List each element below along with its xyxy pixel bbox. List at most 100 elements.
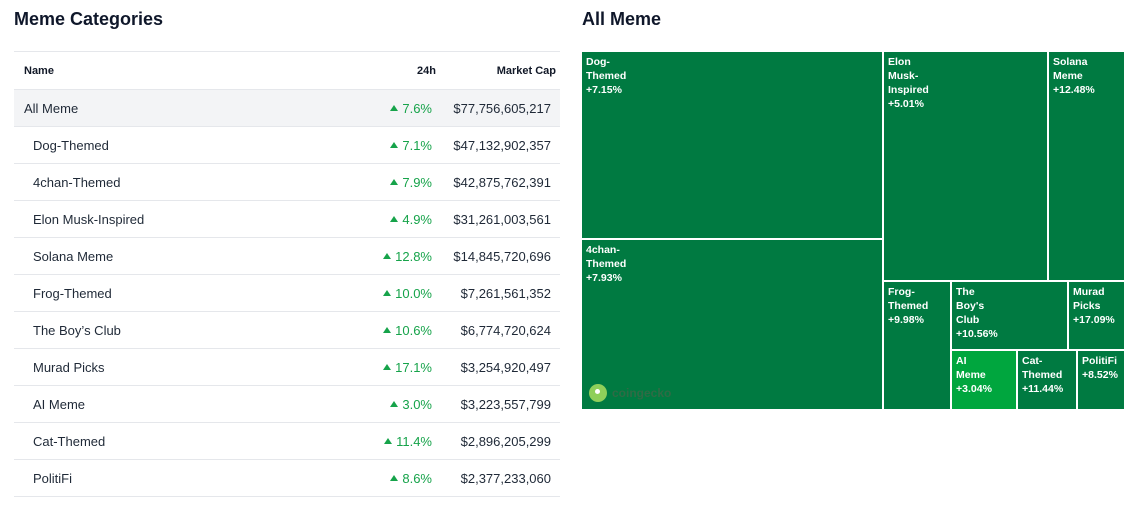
caret-up-icon (383, 326, 392, 333)
change-24h: 17.1% (342, 360, 432, 375)
market-cap: $42,875,762,391 (453, 174, 551, 190)
category-name[interactable]: The Boy’s Club (14, 323, 342, 338)
market-cap: $31,261,003,561 (453, 211, 551, 227)
tile-change: +5.01% (888, 98, 924, 110)
category-name[interactable]: PolitiFi (14, 471, 342, 486)
table-row[interactable]: Solana Meme 12.8% $14,845,720,696 (14, 238, 560, 275)
tile-change: +7.93% (586, 272, 622, 284)
market-cap: $2,896,205,299 (460, 433, 551, 449)
category-name[interactable]: Murad Picks (14, 360, 342, 375)
tile-change: +17.09% (1073, 314, 1115, 326)
treemap-tile[interactable]: Cat- Themed +11.44% (1017, 350, 1077, 410)
tile-change: +9.98% (888, 314, 924, 326)
tile-name: Murad Picks (1073, 286, 1105, 312)
tile-change: +8.52% (1082, 369, 1118, 381)
caret-up-icon (383, 252, 392, 259)
tile-change: +3.04% (956, 383, 992, 395)
categories-table: Name 24h Market Cap All Meme 7.6% $77,756,… (14, 51, 560, 497)
treemap-tile[interactable]: The Boy's Club +10.56% (951, 281, 1068, 350)
market-cap: $3,254,920,497 (460, 359, 551, 375)
table-row[interactable]: AI Meme 3.0% $3,223,557,799 (14, 386, 560, 423)
treemap-tile[interactable]: Murad Picks +17.09% (1068, 281, 1125, 350)
change-value: 4.9% (402, 211, 432, 227)
change-value: 7.1% (402, 137, 432, 153)
market-cap: $2,377,233,060 (460, 470, 551, 486)
coingecko-watermark: coingecko (589, 384, 671, 402)
table-row[interactable]: The Boy’s Club 10.6% $6,774,720,624 (14, 312, 560, 349)
tile-name: Elon Musk- Inspired (888, 56, 929, 96)
change-value: 10.0% (395, 285, 432, 301)
change-24h: 7.1% (342, 138, 432, 153)
column-market-cap-header[interactable]: Market Cap (436, 65, 560, 77)
tile-change: +10.56% (956, 328, 998, 340)
table-row[interactable]: Murad Picks 17.1% $3,254,920,497 (14, 349, 560, 386)
treemap-tile[interactable]: Elon Musk- Inspired +5.01% (883, 51, 1048, 281)
category-name[interactable]: Solana Meme (14, 249, 342, 264)
change-24h: 7.6% (342, 101, 432, 116)
change-value: 3.0% (402, 396, 432, 412)
change-value: 12.8% (395, 248, 432, 264)
category-name[interactable]: AI Meme (14, 397, 342, 412)
tile-change: +7.15% (586, 84, 622, 96)
table-row[interactable]: 4chan-Themed 7.9% $42,875,762,391 (14, 164, 560, 201)
category-name[interactable]: Cat-Themed (14, 434, 342, 449)
change-value: 10.6% (395, 322, 432, 338)
caret-up-icon (383, 363, 392, 370)
category-name[interactable]: All Meme (14, 101, 342, 116)
caret-up-icon (390, 178, 399, 185)
caret-up-icon (383, 289, 392, 296)
column-24h-header[interactable]: 24h (368, 65, 436, 77)
change-24h: 12.8% (342, 249, 432, 264)
change-24h: 4.9% (342, 212, 432, 227)
category-name[interactable]: 4chan-Themed (14, 175, 342, 190)
treemap-tile[interactable]: Solana Meme +12.48% (1048, 51, 1125, 281)
treemap-tile[interactable]: Frog- Themed +9.98% (883, 281, 951, 410)
caret-up-icon (390, 104, 399, 111)
category-name[interactable]: Elon Musk-Inspired (14, 212, 342, 227)
treemap-tile[interactable]: PolitiFi +8.52% (1077, 350, 1125, 410)
change-value: 11.4% (396, 433, 432, 449)
caret-up-icon (384, 437, 393, 444)
change-value: 7.9% (402, 174, 432, 190)
market-cap: $7,261,561,352 (460, 285, 551, 301)
coingecko-logo-icon (589, 384, 607, 402)
column-name-header[interactable]: Name (14, 65, 368, 77)
tile-name: Dog- Themed (586, 56, 627, 82)
change-value: 17.1% (395, 359, 432, 375)
table-row[interactable]: Cat-Themed 11.4% $2,896,205,299 (14, 423, 560, 460)
tile-name: The Boy's Club (956, 286, 985, 326)
market-cap: $77,756,605,217 (453, 100, 551, 116)
market-cap: $14,845,720,696 (453, 248, 551, 264)
change-24h: 11.4% (342, 434, 432, 449)
category-name[interactable]: Frog-Themed (14, 286, 342, 301)
treemap-title: All Meme (582, 9, 662, 29)
change-24h: 10.6% (342, 323, 432, 338)
tile-name: Cat- Themed (1022, 355, 1063, 381)
table-header: Name 24h Market Cap (14, 52, 560, 90)
caret-up-icon (390, 141, 399, 148)
change-24h: 7.9% (342, 175, 432, 190)
treemap-tile[interactable]: Dog- Themed +7.15% (581, 51, 883, 239)
change-24h: 10.0% (342, 286, 432, 301)
tile-name: 4chan- Themed (586, 244, 627, 270)
category-name[interactable]: Dog-Themed (14, 138, 342, 153)
watermark-label: coingecko (612, 386, 672, 400)
tile-change: +11.44% (1022, 383, 1064, 395)
change-24h: 3.0% (342, 397, 432, 412)
change-24h: 8.6% (342, 471, 432, 486)
caret-up-icon (390, 400, 399, 407)
tile-name: Solana Meme (1053, 56, 1088, 82)
table-row[interactable]: Frog-Themed 10.0% $7,261,561,352 (14, 275, 560, 312)
table-row[interactable]: Dog-Themed 7.1% $47,132,902,357 (14, 127, 560, 164)
tile-name: PolitiFi (1082, 355, 1117, 367)
market-cap: $47,132,902,357 (453, 137, 551, 153)
market-cap: $6,774,720,624 (460, 322, 551, 338)
table-row[interactable]: PolitiFi 8.6% $2,377,233,060 (14, 460, 560, 497)
treemap-tile[interactable]: AI Meme +3.04% (951, 350, 1017, 410)
tile-change: +12.48% (1053, 84, 1095, 96)
tile-name: Frog- Themed (888, 286, 929, 312)
change-value: 7.6% (402, 100, 432, 116)
table-row[interactable]: All Meme 7.6% $77,756,605,217 (14, 90, 560, 127)
table-row[interactable]: Elon Musk-Inspired 4.9% $31,261,003,561 (14, 201, 560, 238)
tile-name: AI Meme (956, 355, 986, 381)
